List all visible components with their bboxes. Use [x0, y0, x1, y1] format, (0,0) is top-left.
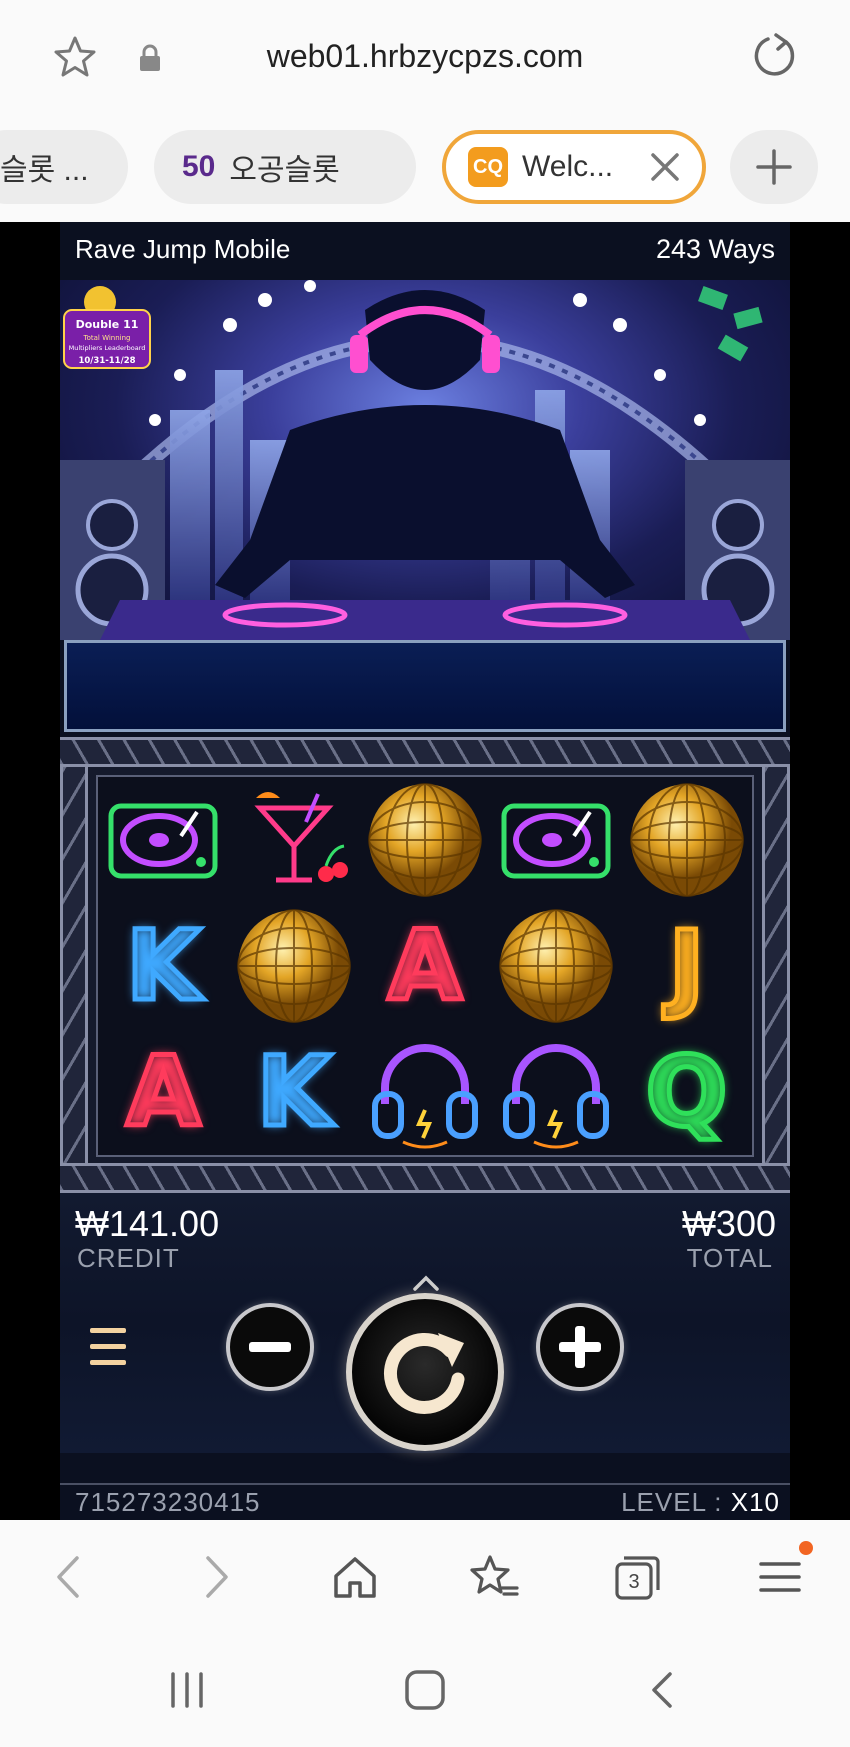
control-panel: ₩141.00 CREDIT ₩300 TOTAL	[60, 1193, 790, 1453]
browser-toolbar: 3	[0, 1520, 850, 1638]
round-id: 715273230415	[75, 1487, 261, 1517]
truss-right	[762, 767, 790, 1163]
disco-ball-icon	[229, 903, 360, 1029]
disco-ball-icon	[360, 777, 491, 903]
minus-icon	[249, 1342, 291, 1352]
plus-icon	[559, 1326, 601, 1368]
reel-symbol-k: K	[98, 903, 229, 1029]
bookmarks-icon[interactable]	[470, 1552, 520, 1602]
reel-letter: K	[124, 910, 203, 1022]
close-tab-icon[interactable]	[650, 152, 680, 182]
spin-button[interactable]	[346, 1293, 504, 1451]
ways-count: 243 Ways	[655, 234, 775, 264]
truss-top	[60, 737, 790, 767]
spin-control	[346, 1273, 506, 1463]
back-icon[interactable]	[45, 1552, 95, 1602]
promo-dates: 10/31-11/28	[78, 356, 135, 366]
reel-symbol-k: K	[229, 1029, 360, 1155]
tab-label: 슬롯 ...	[0, 154, 89, 187]
credit-value: ₩141.00	[75, 1203, 220, 1244]
double-11-promo-badge[interactable]: Double 11 Total Winning Multipliers Lead…	[60, 280, 155, 375]
reload-icon[interactable]	[752, 32, 798, 80]
turntable-icon	[490, 777, 621, 903]
promo-line-2: Total Winning	[83, 334, 131, 342]
menu-icon[interactable]	[755, 1552, 805, 1602]
footer-divider	[60, 1483, 790, 1485]
hamburger-icon	[90, 1328, 126, 1333]
notification-dot-icon	[799, 1541, 813, 1555]
decrease-bet-button[interactable]	[226, 1303, 314, 1391]
reel-grid: KAJAKQ	[96, 775, 754, 1157]
reel-area: KAJAKQ	[60, 737, 790, 1193]
cq-favicon-icon: CQ	[468, 147, 508, 187]
new-tab-button[interactable]	[730, 130, 818, 204]
level-value: X10	[730, 1487, 780, 1517]
url-text[interactable]: web01.hrbzycpzs.com	[0, 38, 850, 75]
cocktail-icon	[229, 777, 360, 903]
credit-label: CREDIT	[77, 1243, 180, 1273]
forward-icon[interactable]	[190, 1552, 240, 1602]
tabs-button[interactable]: 3	[612, 1552, 662, 1602]
tab-label: 오공슬롯	[229, 154, 340, 187]
reel-letter: A	[385, 910, 464, 1022]
level-label: LEVEL :	[621, 1487, 731, 1517]
reel-letter: J	[666, 910, 707, 1022]
slot-game: Rave Jump Mobile 243 Ways Double 11 Tota…	[60, 222, 790, 1520]
game-menu-button[interactable]	[90, 1328, 126, 1370]
tab-slot[interactable]: 슬롯 ...	[0, 130, 128, 204]
bet-level: LEVEL : X10	[621, 1487, 780, 1518]
disco-ball-icon	[490, 903, 621, 1029]
reel-symbol-a: A	[98, 1029, 229, 1155]
back-nav-icon[interactable]	[642, 1668, 686, 1712]
headphones-icon	[360, 1029, 491, 1155]
spin-arrow-icon	[383, 1332, 465, 1414]
reel-letter: A	[124, 1036, 203, 1148]
total-bet-label: TOTAL	[686, 1243, 773, 1273]
reel-letter: K	[254, 1036, 333, 1148]
phone-screen: web01.hrbzycpzs.com 슬롯 ... 50 오공슬롯 CQ We…	[0, 0, 850, 1747]
disco-ball-icon	[621, 777, 752, 903]
promo-title: Double 11	[76, 318, 139, 331]
reel-symbol-a: A	[360, 903, 491, 1029]
game-viewport: Rave Jump Mobile 243 Ways Double 11 Tota…	[0, 222, 850, 1520]
increase-bet-button[interactable]	[536, 1303, 624, 1391]
total-bet-value: ₩300	[681, 1203, 776, 1244]
address-bar: web01.hrbzycpzs.com	[0, 0, 850, 115]
reel-letter: Q	[643, 1036, 730, 1148]
truss-left	[60, 767, 88, 1163]
tab-count: 3	[628, 1571, 640, 1593]
tab-ogong-slot[interactable]: 50 오공슬롯	[154, 130, 416, 204]
dj-stage-banner: Double 11 Total Winning Multipliers Lead…	[60, 280, 790, 640]
tab-strip: 슬롯 ... 50 오공슬롯 CQ Welc...	[0, 115, 850, 222]
reel-symbol-q: Q	[621, 1029, 752, 1155]
tab-badge: 50	[182, 150, 216, 183]
truss-bottom	[60, 1163, 790, 1193]
system-navigation-bar	[0, 1638, 850, 1747]
tab-welcome-active[interactable]: CQ Welc...	[442, 130, 706, 204]
game-title: Rave Jump Mobile	[75, 234, 291, 264]
recent-apps-icon[interactable]	[165, 1668, 209, 1712]
tab-label: Welc...	[522, 150, 614, 183]
chevron-up-icon[interactable]	[412, 1273, 440, 1293]
home-icon[interactable]	[330, 1552, 380, 1602]
turntable-icon	[98, 777, 229, 903]
home-nav-icon[interactable]	[403, 1668, 447, 1712]
win-message-bar	[64, 640, 786, 732]
headphones-icon	[490, 1029, 621, 1155]
reel-symbol-j: J	[621, 903, 752, 1029]
dj-scene-illustration	[60, 280, 790, 640]
plus-icon	[756, 149, 792, 185]
promo-line-3: Multipliers Leaderboard	[69, 344, 146, 352]
